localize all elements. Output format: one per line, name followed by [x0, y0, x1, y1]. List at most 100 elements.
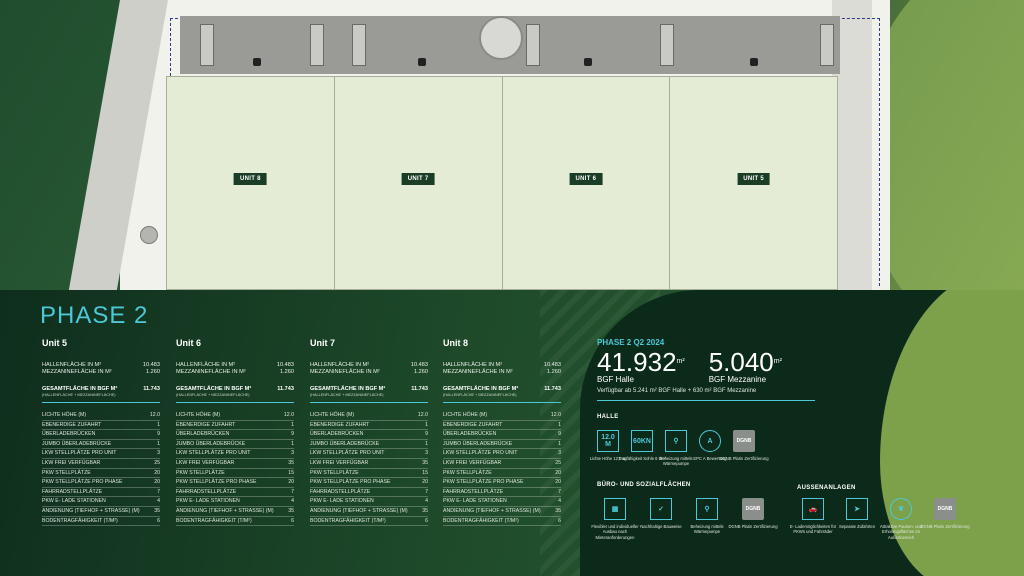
mezzanine-row: MEZZANINEFLÄCHE IN M² 1.260 — [42, 369, 160, 375]
leaf-icon: ❦ — [890, 498, 912, 520]
spec-row: LKW STELLPLÄTZE PRO UNIT 3 — [176, 449, 294, 459]
hallenflaeche-row: HALLENFLÄCHE IN M² 10.483 — [310, 362, 428, 368]
spec-row: FAHRRADSTELLPLÄTZE 7 — [176, 488, 294, 498]
checkmark-icon: ✓ — [650, 498, 672, 520]
hallenflaeche-row: HALLENFLÄCHE IN M² 10.483 — [176, 362, 294, 368]
mezzanine-row: MEZZANINEFLÄCHE IN M² 1.260 — [176, 369, 294, 375]
unit-title: Unit 8 — [443, 338, 469, 348]
spec-row: EBENERDIGE ZUFAHRT 1 — [42, 421, 160, 431]
gesamt-subtitle: (HALLENFLÄCHE + MEZZANINEFLÄCHE) — [443, 393, 517, 397]
grid-layout-feature: ▦ Flexibler und individueller Ausbau nach… — [590, 498, 640, 540]
spec-row: JUMBO ÜBERLADEBRÜCKE 1 — [176, 440, 294, 450]
divider — [176, 402, 294, 403]
spec-row: PKW STELLPLÄTZE PRO PHASE 20 — [42, 478, 160, 488]
dgnb-feature: DGNB DGNB Platin Zertifizierung — [728, 498, 778, 529]
section-buero-title: BÜRO- UND SOZIALFLÄCHEN — [597, 482, 691, 488]
unit-badge: UNIT 5 — [737, 173, 771, 185]
gesamt-subtitle: (HALLENFLÄCHE + MEZZANINEFLÄCHE) — [310, 393, 384, 397]
epc-icon: A — [699, 430, 721, 452]
checkmark-feature: ✓ Nachhaltige Bauweise — [636, 498, 686, 529]
navigation-icon: ➤ — [846, 498, 868, 520]
dock-bay — [310, 24, 324, 66]
truck-icon — [750, 58, 758, 66]
spec-row: ÜBERLADEBRÜCKEN 9 — [42, 430, 160, 440]
spec-row: BODENTRAGFÄHIGKEIT (T/M²) 6 — [310, 517, 428, 527]
feature-caption: E- Lademöglichkeiten für PKWs und Fahrrä… — [789, 524, 837, 535]
spec-row: JUMBO ÜBERLADEBRÜCKE 1 — [310, 440, 428, 450]
spec-row: PKW STELLPLÄTZE 20 — [443, 469, 561, 479]
dgnb-icon: DGNB — [934, 498, 956, 520]
hall-unit-7[interactable]: UNIT 7 — [335, 77, 503, 289]
spec-row: LKW FREI VERFÜGBAR 25 — [443, 459, 561, 469]
hall-unit-8[interactable]: UNIT 8 — [167, 77, 335, 289]
dock-bay — [200, 24, 214, 66]
feature-caption: Attraktive Pausen- und Erholungsflächen … — [879, 524, 923, 540]
grid-layout-icon: ▦ — [604, 498, 626, 520]
page-title: PHASE 2 — [40, 302, 149, 329]
spec-row: LKW STELLPLÄTZE PRO UNIT 3 — [42, 449, 160, 459]
phase-summary: PHASE 2 Q2 2024 41.932m² BGF Halle 5.040… — [597, 338, 837, 401]
spec-row: ANDIENUNG (TIEFHOF + STRASSE) (M) 35 — [42, 507, 160, 517]
unit-badge: UNIT 7 — [401, 173, 435, 185]
mezzanine-row: MEZZANINEFLÄCHE IN M² 1.260 — [443, 369, 561, 375]
ev-charging-icon: 🚗 — [802, 498, 824, 520]
mezzanine-row: MEZZANINEFLÄCHE IN M² 1.260 — [310, 369, 428, 375]
halle-area-value: 41.932m² — [597, 347, 685, 377]
spec-row: LKW STELLPLÄTZE PRO UNIT 3 — [443, 449, 561, 459]
spec-row: ANDIENUNG (TIEFHOF + STRASSE) (M) 35 — [310, 507, 428, 517]
spec-row: ÜBERLADEBRÜCKEN 9 — [176, 430, 294, 440]
dgnb-feature: DGNB DGNB Platin Zertifizierung — [719, 430, 769, 461]
spec-row: FAHRRADSTELLPLÄTZE 7 — [443, 488, 561, 498]
hall-unit-6[interactable]: UNIT 6 — [503, 77, 671, 289]
unit-spec-column: Unit 6 HALLENFLÄCHE IN M² 10.483 MEZZANINEF… — [176, 338, 294, 527]
divider — [42, 402, 160, 403]
spec-row: PKW E- LADE STATIONEN 4 — [310, 497, 428, 507]
gesamt-row: GESAMTFLÄCHE IN BGF M² 11.743 — [176, 386, 294, 392]
tree-icon — [140, 226, 158, 244]
spec-row: FAHRRADSTELLPLÄTZE 7 — [310, 488, 428, 498]
spec-row: LKW FREI VERFÜGBAR 25 — [42, 459, 160, 469]
feature-caption: DGNB Platin Zertifizierung — [719, 456, 769, 461]
spec-row: FAHRRADSTELLPLÄTZE 7 — [42, 488, 160, 498]
hall-unit-5[interactable]: UNIT 5 — [670, 77, 837, 289]
feature-caption: DGNB Platin Zertifizierung — [920, 524, 970, 529]
spec-row: JUMBO ÜBERLADEBRÜCKE 1 — [42, 440, 160, 450]
access-road — [68, 0, 168, 290]
spec-row: EBENERDIGE ZUFAHRT 1 — [176, 421, 294, 431]
spec-row: ÜBERLADEBRÜCKEN 9 — [310, 430, 428, 440]
hallenflaeche-row: HALLENFLÄCHE IN M² 10.483 — [42, 362, 160, 368]
unit-spec-column: Unit 5 HALLENFLÄCHE IN M² 10.483 MEZZANINEF… — [42, 338, 160, 527]
hallenflaeche-row: HALLENFLÄCHE IN M² 10.483 — [443, 362, 561, 368]
spec-row: PKW STELLPLÄTZE 15 — [310, 469, 428, 479]
feature-caption: Flexibler und individueller Ausbau nach … — [591, 524, 639, 540]
spec-row: LKW FREI VERFÜGBAR 35 — [176, 459, 294, 469]
spec-row: PKW E- LADE STATIONEN 4 — [42, 497, 160, 507]
gesamt-subtitle: (HALLENFLÄCHE + MEZZANINEFLÄCHE) — [42, 393, 116, 397]
gesamt-row: GESAMTFLÄCHE IN BGF M² 11.743 — [42, 386, 160, 392]
spec-row: LICHTE HÖHE (M) 12.0 — [42, 411, 160, 421]
leaf-feature: ❦ Attraktive Pausen- und Erholungsflächen… — [876, 498, 926, 540]
feature-caption: DGNB Platin Zertifizierung — [728, 524, 778, 529]
unit-spec-column: Unit 8 HALLENFLÄCHE IN M² 10.483 MEZZANINEF… — [443, 338, 561, 527]
divider — [597, 400, 815, 401]
divider — [443, 402, 561, 403]
dock-bay — [526, 24, 540, 66]
spec-row: LICHTE HÖHE (M) 12.0 — [310, 411, 428, 421]
feature-caption: Separate Zufahrten — [838, 524, 876, 529]
info-panel: PHASE 2 Unit 5 HALLENFLÄCHE IN M² 10.483 ME… — [0, 290, 1024, 576]
heatpump-icon: ⚲ — [696, 498, 718, 520]
site-ground: UNIT 8 UNIT 7 UNIT 6 UNIT 5 — [68, 0, 890, 290]
heatpump-icon: ⚲ — [665, 430, 687, 452]
hall-block: UNIT 8 UNIT 7 UNIT 6 UNIT 5 — [166, 76, 838, 290]
site-plan: UNIT 8 UNIT 7 UNIT 6 UNIT 5 — [0, 0, 1024, 290]
truck-icon — [253, 58, 261, 66]
dgnb-icon: DGNB — [742, 498, 764, 520]
spec-row: BODENTRAGFÄHIGKEIT (T/M²) 6 — [176, 517, 294, 527]
spec-row: BODENTRAGFÄHIGKEIT (T/M²) 6 — [443, 517, 561, 527]
dgnb-feature: DGNB DGNB Platin Zertifizierung — [920, 498, 970, 529]
spec-row: PKW E- LADE STATIONEN 4 — [176, 497, 294, 507]
ev-charging-feature: 🚗 E- Lademöglichkeiten für PKWs und Fahrr… — [788, 498, 838, 535]
dock-bay — [820, 24, 834, 66]
spec-row: PKW STELLPLÄTZE PRO PHASE 20 — [443, 478, 561, 488]
spec-row: ANDIENUNG (TIEFHOF + STRASSE) (M) 35 — [443, 507, 561, 517]
